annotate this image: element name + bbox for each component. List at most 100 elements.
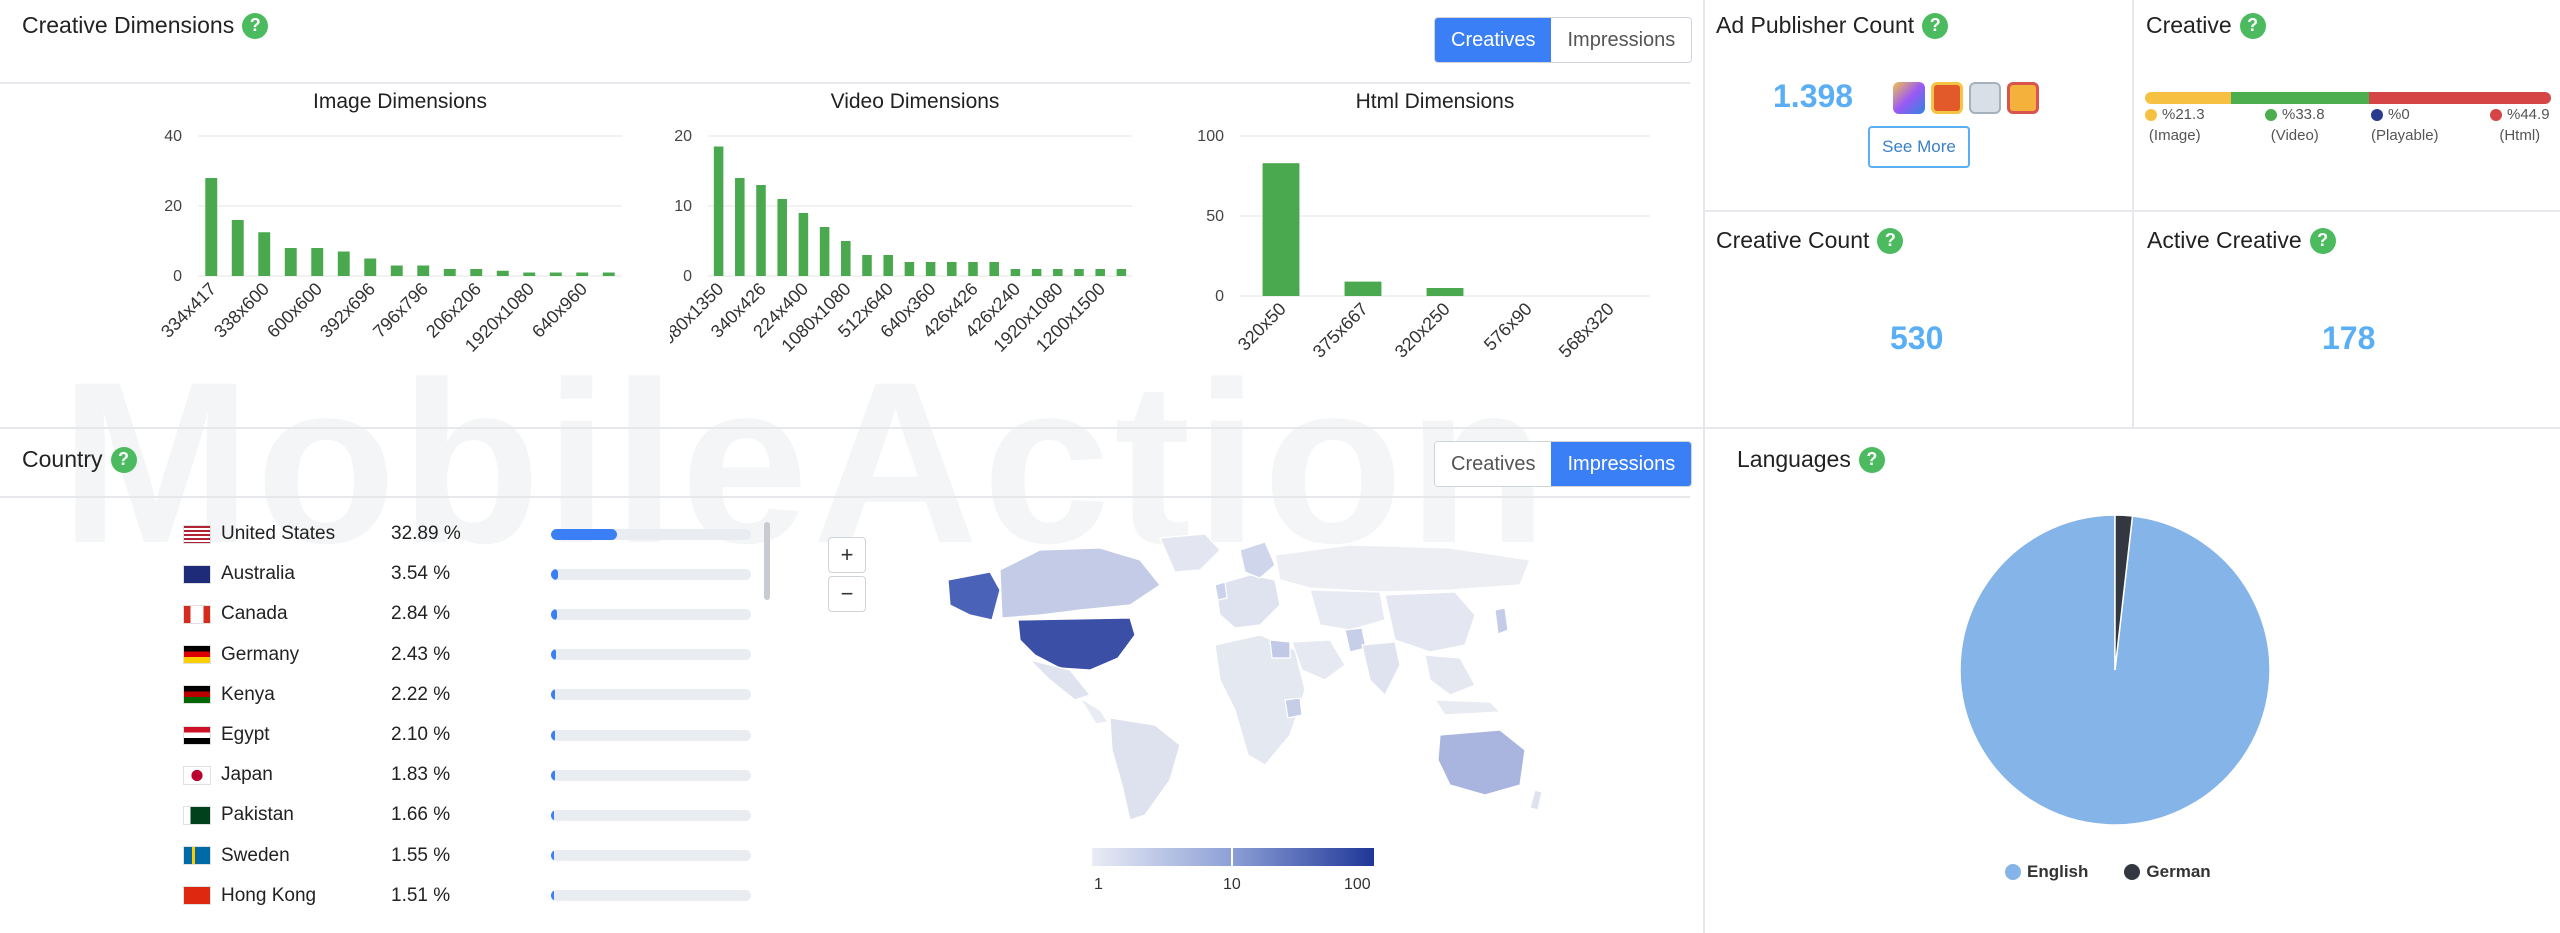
y-tick-label: 100 [1197,128,1224,145]
x-tick-label: 338x600 [210,279,273,342]
legend-dot [2124,864,2141,880]
x-tick-label: 576x90 [1480,299,1536,355]
bar [364,258,377,276]
bar [925,262,936,276]
see-more-button[interactable]: See More [1868,126,1970,168]
country-row[interactable]: Sweden 1.55 % [183,842,751,870]
x-tick-label: 392x696 [316,279,379,342]
toggle-creatives[interactable]: Creatives [1435,442,1552,486]
country-row[interactable]: Australia 3.54 % [183,560,751,588]
zoom-in-button[interactable]: + [828,537,866,573]
country-row[interactable]: Egypt 2.10 % [183,721,751,749]
legend-dot [2490,108,2502,121]
bar [1344,281,1382,296]
creative-legend-item: %21.3 (Image) [2145,106,2205,144]
map-japan [1494,607,1509,635]
help-icon[interactable]: ? [242,12,269,39]
bar [470,269,483,276]
country-row[interactable]: Canada 2.84 % [183,600,751,628]
creative-legend-item: %0 (Playable) [2371,106,2439,144]
map-color-scale [1092,848,1374,866]
country-name: Sweden [221,844,290,866]
scale-label-min: 1 [1094,876,1103,893]
country-row[interactable]: Japan 1.83 % [183,761,751,789]
country-list-scrollbar[interactable] [764,522,770,600]
country-row[interactable]: Germany 2.43 % [183,641,751,669]
languages-label: Languages [1737,446,1851,472]
help-icon[interactable]: ? [1877,227,1904,254]
help-icon[interactable]: ? [2239,12,2266,39]
zoom-out-button[interactable]: − [828,576,866,612]
help-icon[interactable]: ? [1858,446,1885,473]
legend-percent: %44.9 [2507,106,2550,123]
bar [1010,269,1021,276]
y-tick-label: 20 [164,198,182,215]
country-share-bar [551,649,751,661]
bar [417,265,430,276]
y-tick-label: 0 [683,268,692,285]
bar [602,272,615,276]
divider [0,427,2560,429]
languages-pie-chart [1959,514,2271,826]
video-dimensions-chart: 010201080x1350340x426224x4001080x1080512… [670,128,1132,356]
country-toggle: Creatives Impressions [1434,441,1693,487]
country-percent: 1.83 % [391,764,451,786]
country-share-bar [551,769,751,781]
legend-label: (Playable) [2371,127,2439,144]
bar [1095,269,1105,276]
toggle-impressions[interactable]: Impressions [1551,18,1692,62]
country-percent: 32.89 % [391,523,461,544]
country-row[interactable]: Kenya 2.22 % [183,681,751,709]
legend-percent: %21.3 [2162,106,2205,123]
app-icon[interactable] [1931,82,1963,114]
flag-icon [183,685,211,705]
divider [1705,210,2560,212]
pie-legend-item[interactable]: English [2005,862,2088,882]
country-share-bar [551,568,751,580]
country-share-bar [551,890,751,902]
html-dimensions-chart: 0 50 100 320x50 375x667 320x250 576x90 568x320 [1197,128,1650,362]
video-dimensions-title: Video Dimensions [830,90,1000,113]
flag-icon [183,564,211,584]
country-share-bar [551,809,751,821]
map-south-america [1109,717,1181,821]
bar [968,262,978,276]
country-percent: 3.54 % [391,563,451,585]
country-share-fill [551,769,555,781]
country-share-bar [551,689,751,701]
toggle-impressions[interactable]: Impressions [1551,442,1692,486]
flag-icon [183,604,211,624]
bar [841,241,851,276]
country-row[interactable]: Hong Kong 1.51 % [183,882,751,910]
help-icon[interactable]: ? [110,446,137,473]
country-row[interactable]: Pakistan 1.66 % [183,801,751,829]
creative-legend-item: %33.8 (Video) [2265,106,2325,144]
app-icon[interactable] [1893,82,1925,114]
toggle-creatives[interactable]: Creatives [1435,18,1552,62]
map-russia [1274,544,1531,593]
country-row[interactable]: United States 32.89 % [183,520,751,548]
creative-dimensions-toggle: Creatives Impressions [1434,17,1693,63]
app-icon[interactable] [2007,82,2039,114]
country-share-fill [551,608,557,620]
y-tick-label: 0 [173,268,182,285]
flag-icon [183,805,211,825]
divider [2132,0,2134,428]
bar [390,265,403,276]
creative-title: Creative ? [2146,12,2266,39]
help-icon[interactable]: ? [2309,227,2336,254]
app-icon[interactable] [1969,82,2001,114]
bar [1074,269,1084,276]
country-share-fill [551,809,555,821]
bar [205,178,218,276]
active-creative-label: Active Creative [2147,227,2302,253]
world-map[interactable] [930,530,1550,830]
country-share-fill [551,689,556,701]
creative-label: Creative [2146,12,2232,38]
x-tick-label: 375x667 [1309,299,1372,362]
pie-legend-item[interactable]: German [2124,862,2211,882]
country-name: Hong Kong [221,884,317,906]
help-icon[interactable]: ? [1922,12,1949,39]
flag-icon [183,846,211,866]
country-share-fill [551,890,555,902]
